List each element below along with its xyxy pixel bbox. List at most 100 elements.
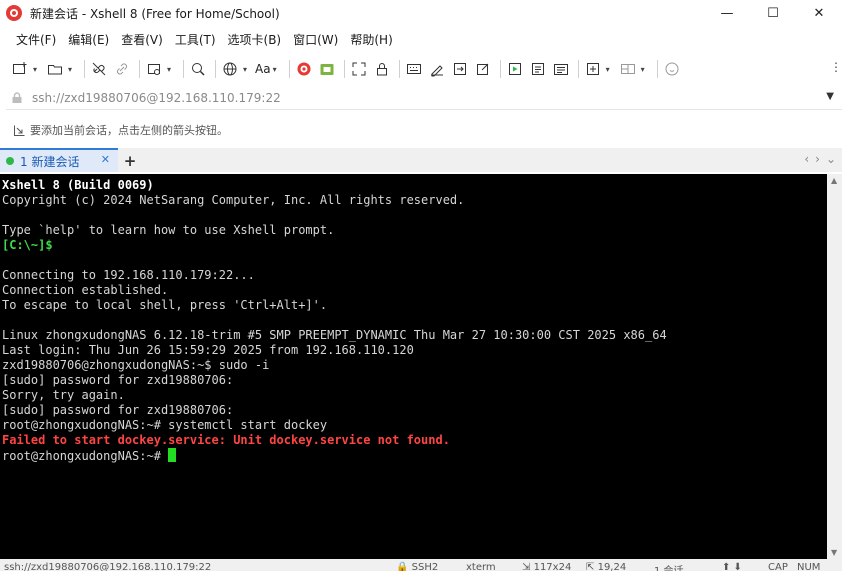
toolbar-separator — [288, 60, 290, 78]
session-hint-text: 要添加当前会话，点击左侧的箭头按钮。 — [30, 124, 228, 137]
open-dropdown-icon[interactable]: ▾ — [68, 65, 76, 74]
add-tab-icon[interactable] — [583, 59, 603, 79]
status-bar: ssh://zxd19880706@192.168.110.179:22 🔒 S… — [0, 559, 842, 571]
status-position-icon: ⇱ — [586, 562, 595, 571]
tab-next-icon[interactable]: › — [815, 152, 820, 166]
terminal-line: Connection established. — [2, 283, 169, 297]
record-icon[interactable] — [528, 59, 548, 79]
search-icon[interactable] — [188, 59, 208, 79]
globe-dropdown-icon[interactable]: ▾ — [243, 65, 251, 74]
tab-list-icon[interactable]: ⌄ — [826, 152, 836, 166]
fullscreen-icon[interactable] — [349, 59, 369, 79]
xftp-icon[interactable] — [317, 59, 337, 79]
address-bar: ssh://zxd19880706@192.168.110.179:22 ▼ — [6, 86, 842, 110]
terminal-cursor — [168, 448, 177, 462]
status-size-icon: ⇲ — [522, 562, 531, 571]
menu-tabs[interactable]: 选项卡(B) — [222, 31, 288, 48]
close-button[interactable]: ✕ — [796, 0, 842, 26]
xshell-icon[interactable] — [294, 59, 314, 79]
new-tab-button[interactable]: + — [120, 150, 140, 172]
toolbar-separator — [84, 60, 85, 78]
terminal-line: [sudo] password for zxd19880706: — [2, 403, 234, 417]
toolbar-separator — [215, 60, 216, 78]
transfer-icon[interactable] — [450, 59, 470, 79]
status-protocol: 🔒 SSH2 — [396, 562, 439, 571]
status-num: NUM — [797, 562, 821, 571]
reconnect-icon[interactable] — [112, 59, 132, 79]
terminal-line: root@zhongxudongNAS:~# systemctl start d… — [2, 418, 328, 432]
disconnect-icon[interactable] — [89, 59, 109, 79]
open-folder-icon[interactable] — [45, 59, 65, 79]
menu-bar: 文件(F) 编辑(E) 查看(V) 工具(T) 选项卡(B) 窗口(W) 帮助(… — [0, 28, 399, 50]
terminal-line: Sorry, try again. — [2, 388, 125, 402]
new-session-icon[interactable] — [10, 59, 30, 79]
keyboard-icon[interactable] — [404, 59, 424, 79]
session-hint-bar: 要添加当前会话，点击左侧的箭头按钮。 — [0, 118, 842, 142]
address-lock-icon — [10, 91, 24, 105]
status-position: ⇱ 19,24 — [586, 562, 627, 571]
globe-icon[interactable] — [220, 59, 240, 79]
toolbar-separator — [499, 60, 501, 78]
layout-icon[interactable] — [618, 59, 638, 79]
menu-view[interactable]: 查看(V) — [115, 31, 169, 48]
address-dropdown-icon[interactable]: ▼ — [826, 91, 834, 102]
menu-window[interactable]: 窗口(W) — [287, 31, 344, 48]
terminal-line: [sudo] password for zxd19880706: — [2, 373, 234, 387]
terminal-line: To escape to local shell, press 'Ctrl+Al… — [2, 298, 328, 312]
terminal-scrollbar[interactable]: ▲ ▼ — [827, 174, 842, 559]
compose-icon[interactable] — [473, 59, 493, 79]
maximize-button[interactable]: ☐ — [750, 0, 796, 26]
terminal-line: [C:\~]$ — [2, 238, 53, 252]
status-sessions: 1 会话 — [654, 562, 684, 571]
minimize-button[interactable]: — — [704, 0, 750, 26]
status-caps: CAP — [768, 562, 788, 571]
window-title: 新建会话 - Xshell 8 (Free for Home/School) — [30, 6, 280, 21]
tab-label: 1 新建会话 — [20, 154, 80, 169]
menu-help[interactable]: 帮助(H) — [344, 31, 398, 48]
connection-status-dot — [6, 157, 14, 165]
terminal-line: Last login: Thu Jun 26 15:59:29 2025 fro… — [2, 343, 414, 357]
scroll-up-icon[interactable]: ▲ — [831, 176, 837, 185]
new-session-dropdown-icon[interactable]: ▾ — [33, 65, 41, 74]
root-prompt: root@zhongxudongNAS:~# — [2, 449, 169, 463]
toolbar-more-icon[interactable]: ⋮ — [830, 60, 842, 74]
status-transfer-icons: ⬆ ⬇ — [722, 562, 742, 571]
add-session-arrow-icon[interactable] — [12, 123, 26, 137]
new-window-icon[interactable] — [144, 59, 164, 79]
xshell-logo-icon — [6, 5, 22, 21]
layout-dropdown-icon[interactable]: ▾ — [641, 65, 649, 74]
lock-icon[interactable] — [372, 59, 392, 79]
tab-session-1[interactable]: 1 新建会话 ✕ — [0, 148, 118, 172]
toolbar-separator — [343, 60, 345, 78]
window-controls: — ☐ ✕ — [704, 0, 842, 26]
scroll-down-icon[interactable]: ▼ — [831, 548, 837, 557]
script-icon[interactable] — [427, 59, 447, 79]
add-tab-dropdown-icon[interactable]: ▾ — [606, 65, 614, 74]
status-lock-icon: 🔒 — [396, 562, 409, 571]
font-dropdown-icon[interactable]: ▾ — [273, 65, 281, 74]
address-input[interactable]: ssh://zxd19880706@192.168.110.179:22 — [32, 91, 281, 105]
terminal-prompt-line: root@zhongxudongNAS:~# — [2, 448, 825, 463]
tab-close-icon[interactable]: ✕ — [101, 153, 110, 166]
terminal-line: Linux zhongxudongNAS 6.12.18-trim #5 SMP… — [2, 328, 667, 342]
menu-tools[interactable]: 工具(T) — [169, 31, 222, 48]
terminal-error-line: Failed to start dockey.service: Unit doc… — [2, 433, 450, 447]
terminal-output[interactable]: Xshell 8 (Build 0069) Copyright (c) 2024… — [0, 174, 827, 559]
help-icon[interactable] — [662, 59, 682, 79]
tab-prev-icon[interactable]: ‹ — [804, 152, 809, 166]
menu-edit[interactable]: 编辑(E) — [62, 31, 115, 48]
toolbar: ▾ ▾ ▾ ▾ Aa ▾ ▾ ▾ ⋮ — [0, 56, 842, 82]
window-dropdown-icon[interactable]: ▾ — [167, 65, 175, 74]
terminal-line: Type `help' to learn how to use Xshell p… — [2, 223, 335, 237]
toolbar-separator — [398, 60, 400, 78]
toolbar-separator — [577, 60, 579, 78]
status-term: xterm — [466, 562, 496, 571]
run-icon[interactable] — [505, 59, 525, 79]
log-icon[interactable] — [551, 59, 571, 79]
font-icon[interactable]: Aa — [255, 62, 271, 76]
menu-file[interactable]: 文件(F) — [10, 31, 62, 48]
title-bar: 新建会话 - Xshell 8 (Free for Home/School) —… — [0, 0, 842, 26]
